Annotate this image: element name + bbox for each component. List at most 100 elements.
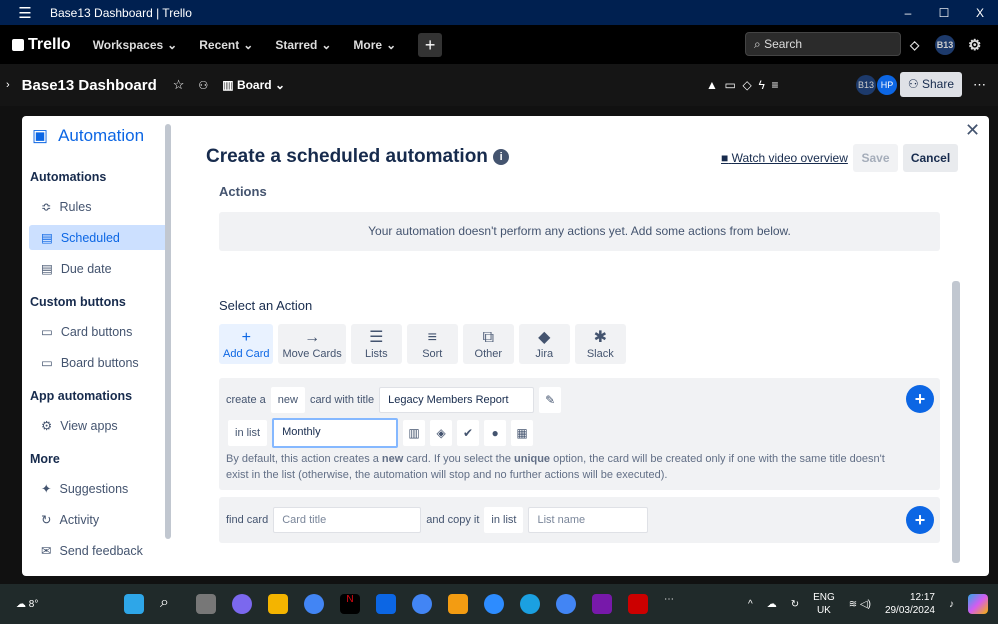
create-button[interactable]: +	[418, 32, 443, 57]
bell-icon[interactable]: ♪	[949, 599, 954, 610]
calendar-icon[interactable]: ▦	[511, 420, 534, 446]
task-view-icon[interactable]	[196, 594, 216, 614]
save-button[interactable]: Save	[853, 144, 898, 172]
sidebar-item-view-apps[interactable]: ⚙ View apps	[29, 413, 170, 438]
automation-icon: ▣	[32, 126, 49, 145]
tab-slack[interactable]: ✱ Slack	[574, 324, 626, 364]
sidebar-item-board-buttons[interactable]: ▭ Board buttons	[29, 350, 170, 375]
in-list-label: in list	[228, 420, 268, 446]
main-scrollbar[interactable]	[952, 281, 960, 563]
new-option[interactable]: new	[270, 387, 305, 413]
tab-add-card[interactable]: + Add Card	[219, 324, 274, 364]
menu-icon[interactable]: ☰	[0, 4, 50, 22]
edge-icon[interactable]	[520, 594, 540, 614]
tab-jira[interactable]: ◆ Jira	[518, 324, 570, 364]
power-ups-icon[interactable]: ▲ ▭ ◇ ϟ ≡	[706, 78, 778, 92]
add-action-button[interactable]: +	[906, 506, 934, 534]
zoom-icon[interactable]	[484, 594, 504, 614]
sidebar-item-suggestions[interactable]: ✦ Suggestions	[29, 476, 170, 501]
expand-sidebar-icon[interactable]: ›	[6, 79, 10, 91]
member-avatar[interactable]: HP	[877, 75, 897, 95]
card-title-input[interactable]: Card title	[273, 507, 422, 533]
card-title-input[interactable]: Legacy Members Report	[379, 387, 535, 413]
chrome-icon[interactable]	[412, 594, 432, 614]
share-button[interactable]: ⚇ Share	[899, 72, 962, 97]
onenote-icon[interactable]	[592, 594, 612, 614]
sidebar-item-card-buttons[interactable]: ▭ Card buttons	[29, 319, 170, 344]
acrobat-icon[interactable]	[628, 594, 648, 614]
language-indicator[interactable]: ENG UK	[813, 591, 835, 617]
search-icon[interactable]: ⌕	[160, 594, 180, 614]
visibility-icon[interactable]: ⚇	[198, 79, 208, 92]
sidebar-item-due-date[interactable]: ▤ Due date	[29, 256, 170, 281]
settings-icon[interactable]: ⚙	[968, 36, 981, 54]
label: create a	[226, 394, 266, 406]
tab-label: Move Cards	[282, 348, 342, 360]
board-title[interactable]: Base13 Dashboard	[22, 77, 157, 94]
checklist-icon[interactable]: ✔	[457, 420, 480, 446]
netflix-icon[interactable]: N	[340, 594, 360, 614]
board-view-switcher[interactable]: ▥ Board ⌄	[222, 78, 285, 92]
tray-chevron-icon[interactable]: ^	[748, 599, 753, 610]
label-icon[interactable]: ◈	[430, 420, 453, 446]
move-cards-icon: →	[304, 329, 321, 346]
board-icon[interactable]: ▥	[403, 420, 426, 446]
start-icon[interactable]	[124, 594, 144, 614]
mail-icon[interactable]	[448, 594, 468, 614]
tab-label: Slack	[586, 348, 614, 360]
minimize-button[interactable]: –	[890, 6, 926, 20]
list-input[interactable]: Monthly	[272, 418, 399, 448]
other-icon: ⧉	[482, 329, 494, 346]
more-icon[interactable]: ⋯	[973, 77, 986, 93]
teams-icon[interactable]	[232, 594, 252, 614]
actions-heading: Actions	[219, 184, 267, 199]
copilot-icon[interactable]	[968, 594, 988, 614]
info-icon[interactable]: i	[493, 148, 510, 165]
cancel-button[interactable]: Cancel	[903, 144, 958, 172]
sidebar-scrollbar[interactable]	[165, 124, 171, 539]
avatar[interactable]: B13	[935, 34, 955, 55]
sidebar-item-scheduled[interactable]: ▤ Scheduled	[29, 225, 170, 250]
maximize-button[interactable]: ☐	[926, 6, 962, 20]
notifications-icon[interactable]: ◇	[910, 38, 919, 52]
chrome-icon[interactable]	[556, 594, 576, 614]
sidebar-item-label: Scheduled	[60, 230, 120, 245]
search-input[interactable]: ⌕ Search	[745, 32, 901, 56]
nav-workspaces[interactable]: Workspaces ⌄	[93, 38, 178, 52]
clock[interactable]: 12:17 29/03/2024	[885, 591, 935, 617]
tab-label: Jira	[535, 348, 554, 360]
tab-sort[interactable]: ≡ Sort	[406, 324, 458, 364]
close-window-button[interactable]: X	[962, 6, 998, 20]
watch-video-link[interactable]: ■ Watch video overview	[721, 151, 848, 165]
sidebar-item-send-feedback[interactable]: ✉ Send feedback	[29, 538, 170, 563]
list-name-input[interactable]: List name	[528, 507, 649, 533]
tab-label: Lists	[364, 348, 388, 360]
lists-icon: ☰	[369, 329, 384, 346]
sidebar-item-activity[interactable]: ↻ Activity	[29, 507, 170, 532]
cloud-icon[interactable]: ☁	[767, 599, 777, 610]
sidebar-item-label: Card buttons	[60, 324, 133, 339]
tab-label: Add Card	[223, 348, 270, 360]
trello-logo[interactable]: Trello	[12, 36, 71, 54]
nav-more[interactable]: More ⌄	[353, 38, 396, 52]
edit-icon[interactable]: ✎	[539, 387, 562, 413]
file-explorer-icon[interactable]	[268, 594, 288, 614]
chrome-icon[interactable]	[304, 594, 324, 614]
star-icon[interactable]: ☆	[173, 77, 185, 93]
close-icon[interactable]: ✕	[965, 120, 980, 141]
nav-starred[interactable]: Starred ⌄	[275, 38, 331, 52]
wifi-icon[interactable]: ≋ ◁)	[849, 599, 871, 610]
sync-icon[interactable]: ↻	[791, 599, 799, 610]
trello-icon[interactable]	[376, 594, 396, 614]
action-description: By default, this action creates a new ca…	[226, 453, 885, 481]
tab-other[interactable]: ⧉ Other	[462, 324, 514, 364]
sidebar-item-rules[interactable]: ≎ Rules	[29, 194, 170, 219]
tab-lists[interactable]: ☰ Lists	[350, 324, 402, 364]
member-icon[interactable]: ●	[484, 420, 507, 446]
nav-recent[interactable]: Recent ⌄	[199, 38, 253, 52]
add-action-button[interactable]: +	[906, 385, 934, 413]
member-avatar[interactable]: B13	[856, 75, 876, 95]
tab-move-cards[interactable]: → Move Cards	[278, 324, 346, 364]
more-apps-icon[interactable]: ⋯	[664, 594, 684, 614]
weather-widget[interactable]: ☁ 8°	[16, 599, 106, 610]
